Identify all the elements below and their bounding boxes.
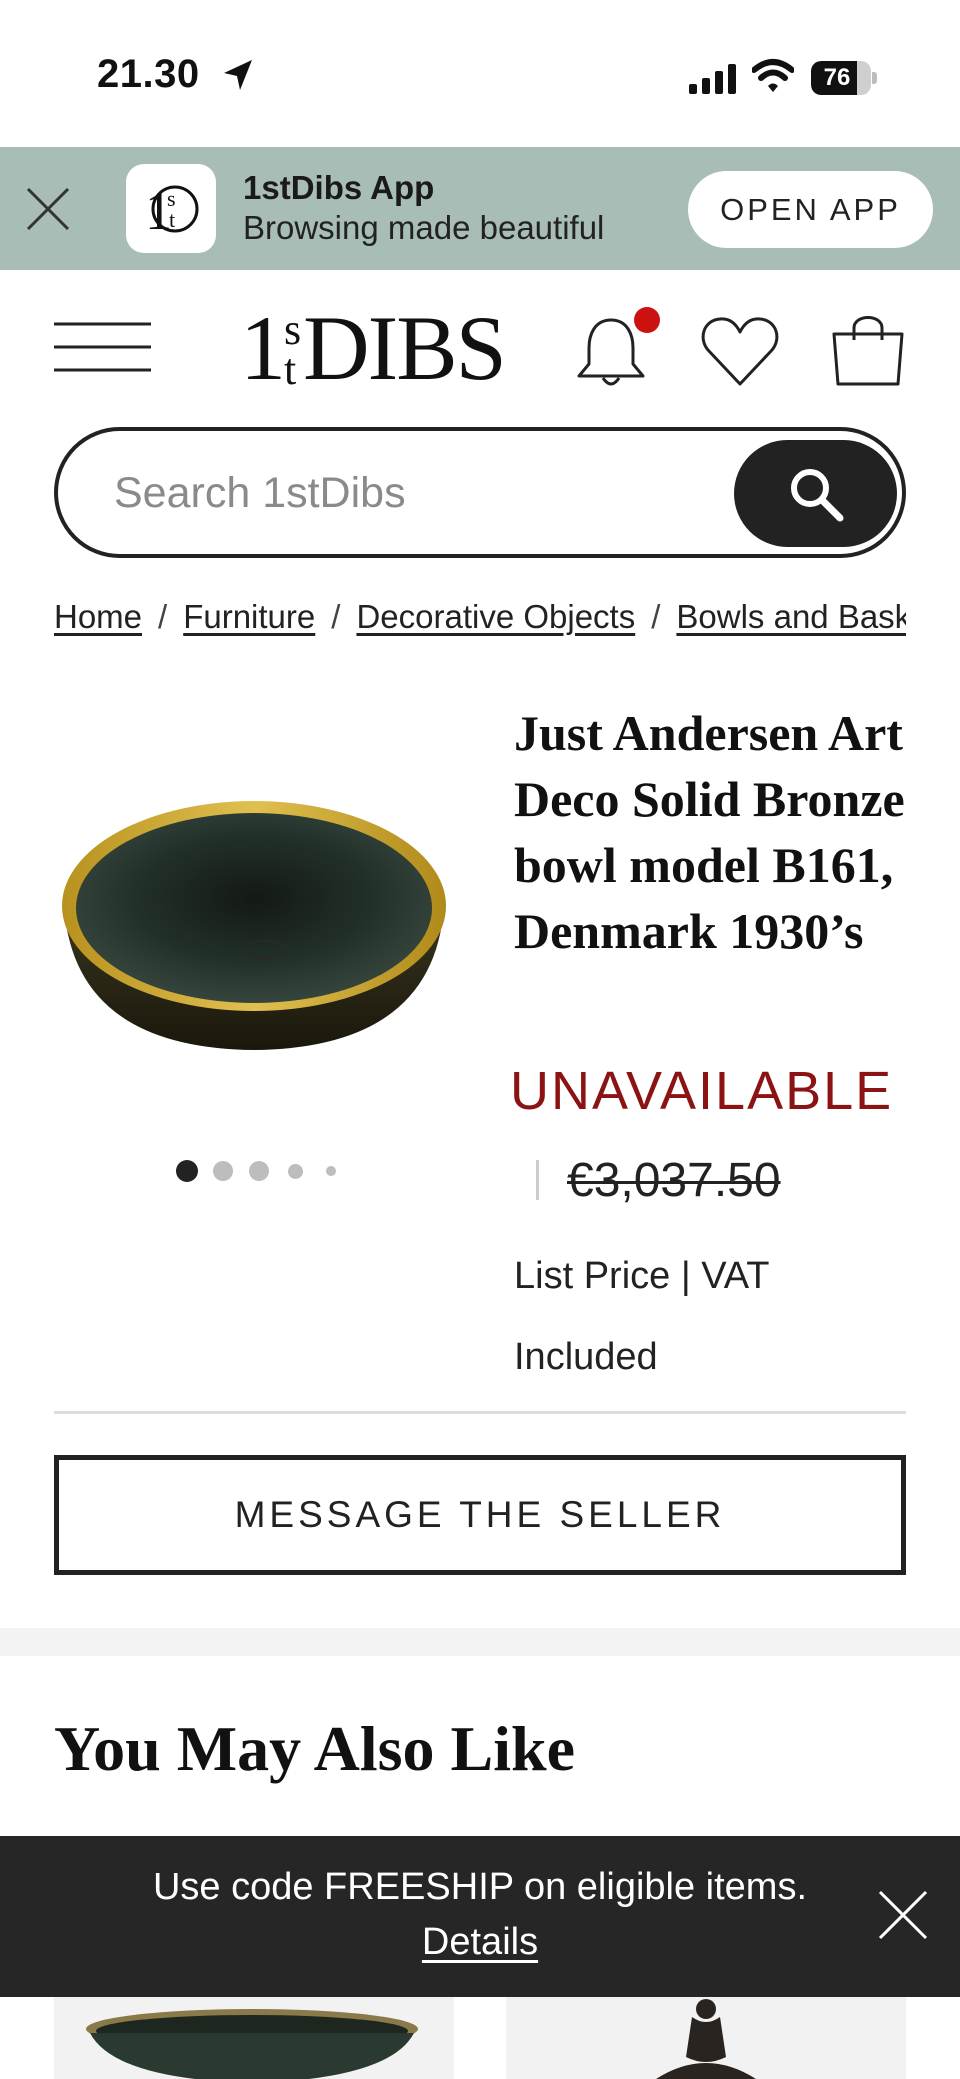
app-banner-subtitle: Browsing made beautiful	[243, 209, 605, 246]
breadcrumb-separator: /	[651, 598, 661, 635]
search-button[interactable]	[734, 440, 897, 547]
logo-t: t	[284, 345, 297, 394]
logo-one: 1	[240, 297, 286, 399]
availability-status: UNAVAILABLE	[510, 1061, 894, 1121]
product-title: Just Andersen Art Deco Solid Bronze bowl…	[514, 705, 905, 959]
carousel-dot[interactable]	[213, 1161, 233, 1181]
status-time: 21.30	[97, 52, 200, 96]
breadcrumb-bowls-and-baskets[interactable]: Bowls and Baskets	[676, 598, 906, 635]
battery-icon: 76	[811, 61, 877, 95]
promo-text: Use code FREESHIP on eligible items.	[152, 1866, 808, 1908]
app-banner: 1 s t 1stDibs App Browsing made beautifu…	[0, 147, 960, 270]
heart-icon[interactable]	[700, 314, 780, 388]
cellular-signal-icon	[689, 64, 736, 94]
search-input[interactable]	[114, 463, 674, 523]
recommendation-card[interactable]	[54, 1997, 454, 2079]
list-price-value: €3,037.50	[567, 1153, 781, 1207]
divider	[54, 1411, 906, 1414]
carousel-dot[interactable]	[249, 1161, 269, 1181]
site-logo[interactable]: 1 s t DIBS	[240, 297, 507, 399]
section-divider	[0, 1628, 960, 1656]
message-seller-button[interactable]: MESSAGE THE SELLER	[54, 1455, 906, 1575]
svg-text:t: t	[169, 207, 175, 232]
logo-dibs: DIBS	[303, 297, 507, 399]
app-banner-title: 1stDibs App	[243, 169, 435, 206]
recommendation-card[interactable]	[506, 1997, 906, 2079]
battery-level: 76	[823, 64, 851, 91]
close-icon[interactable]	[876, 1888, 930, 1942]
breadcrumb-separator: /	[158, 598, 168, 635]
shopping-bag-icon[interactable]	[828, 310, 908, 388]
close-icon[interactable]	[24, 185, 72, 233]
breadcrumb-home[interactable]: Home	[54, 598, 142, 635]
wifi-icon	[752, 59, 794, 92]
menu-icon[interactable]	[54, 322, 151, 372]
notification-dot	[634, 307, 660, 333]
carousel-dot[interactable]	[287, 1163, 303, 1179]
breadcrumb-furniture[interactable]: Furniture	[183, 598, 315, 635]
search-icon	[790, 468, 843, 521]
price-row: €3,037.50	[536, 1150, 781, 1210]
breadcrumb-decorative-objects[interactable]: Decorative Objects	[356, 598, 635, 635]
open-app-button[interactable]: OPEN APP	[688, 171, 933, 248]
app-logo-icon: 1 s t	[126, 164, 216, 253]
list-price-note: List Price | VAT Included	[514, 1255, 769, 1378]
breadcrumb: Home / Furniture / Decorative Objects / Bowls …	[54, 598, 906, 646]
logo-s: s	[284, 305, 302, 354]
site-header: 1 s t DIBS	[0, 270, 960, 420]
recommendation-image	[86, 2009, 418, 2079]
promo-details-link[interactable]: Details	[0, 1921, 960, 1964]
carousel-dot[interactable]	[176, 1160, 198, 1182]
status-bar: 21.30 76	[0, 0, 960, 147]
product-image[interactable]	[54, 770, 454, 1070]
promo-banner: Use code FREESHIP on eligible items. Det…	[0, 1836, 960, 1997]
also-like-heading: You May Also Like	[54, 1713, 575, 1784]
carousel-dot[interactable]	[326, 1166, 336, 1176]
price-divider	[536, 1160, 539, 1200]
breadcrumb-separator: /	[331, 598, 341, 635]
search-bar	[54, 427, 906, 558]
recommendation-image	[656, 1999, 756, 2079]
image-carousel-dots	[176, 1160, 336, 1182]
location-arrow-icon	[224, 60, 252, 90]
